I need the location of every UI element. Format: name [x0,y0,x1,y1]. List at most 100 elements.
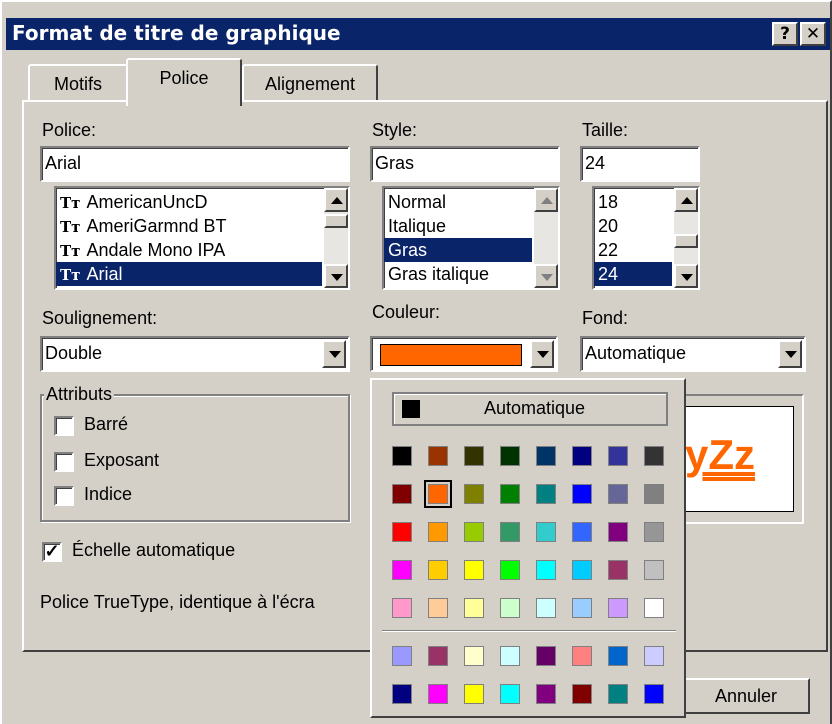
chevron-down-icon[interactable] [778,340,802,368]
annuler-button[interactable]: Annuler [682,678,810,714]
police-input[interactable]: Arial [40,146,350,182]
color-swatch[interactable] [428,560,448,580]
style-list[interactable]: Normal Italique Gras Gras italique [382,186,560,290]
scroll-down-button[interactable] [324,264,348,288]
color-swatch[interactable] [536,522,556,542]
style-input[interactable]: Gras [370,146,560,182]
color-swatch[interactable] [644,484,664,504]
color-swatch[interactable] [428,646,448,666]
chevron-down-icon[interactable] [530,340,554,368]
color-swatch[interactable] [572,684,592,704]
help-button[interactable]: ? [772,22,798,46]
color-swatch[interactable] [500,522,520,542]
color-swatch[interactable] [392,684,412,704]
list-item[interactable]: Tт AmeriGarmnd BT [56,214,322,238]
color-swatch[interactable] [428,522,448,542]
echelle-checkbox[interactable]: ✓ [42,542,62,562]
color-swatch[interactable] [500,646,520,666]
scroll-down-button[interactable] [674,264,698,288]
color-swatch[interactable] [608,684,628,704]
scroll-thumb[interactable] [674,234,698,248]
color-swatch[interactable] [644,684,664,704]
color-swatch[interactable] [464,598,484,618]
color-swatch[interactable] [500,446,520,466]
color-swatch[interactable] [500,560,520,580]
color-swatch[interactable] [536,484,556,504]
indice-checkbox[interactable] [54,486,74,506]
color-swatch[interactable] [608,522,628,542]
color-swatch[interactable] [644,522,664,542]
close-button[interactable]: ✕ [800,22,826,46]
police-list[interactable]: Tт AmericanUncD Tт AmeriGarmnd BT Tт Andale M… [54,186,350,290]
list-item[interactable]: Gras [384,238,532,262]
taille-input[interactable]: 24 [580,146,700,182]
color-swatch[interactable] [500,484,520,504]
color-swatch[interactable] [608,598,628,618]
color-swatch[interactable] [464,484,484,504]
tab-motifs[interactable]: Motifs [28,64,128,102]
list-item[interactable]: 22 [594,238,672,262]
color-swatch[interactable] [424,480,452,508]
scroll-up-button[interactable] [324,188,348,212]
list-item[interactable]: 24 [594,262,672,286]
color-swatch[interactable] [608,646,628,666]
tab-alignement[interactable]: Alignement [242,64,378,102]
list-item[interactable]: Gras italique [384,262,532,286]
fond-select[interactable]: Automatique [580,336,806,372]
auto-color-button[interactable]: Automatique [392,392,668,426]
color-swatch[interactable] [392,484,412,504]
color-swatch[interactable] [644,646,664,666]
color-swatch[interactable] [428,446,448,466]
color-swatch[interactable] [392,446,412,466]
list-item[interactable]: Italique [384,214,532,238]
color-swatch[interactable] [428,684,448,704]
tab-police[interactable]: Police [126,58,242,106]
list-item[interactable]: 18 [594,190,672,214]
color-swatch[interactable] [572,646,592,666]
color-swatch[interactable] [464,560,484,580]
scroll-up-button[interactable] [674,188,698,212]
scroll-thumb[interactable] [324,214,348,228]
color-swatch[interactable] [536,446,556,466]
list-item[interactable]: 20 [594,214,672,238]
color-swatch[interactable] [644,598,664,618]
color-swatch[interactable] [572,560,592,580]
color-swatch[interactable] [500,598,520,618]
couleur-select[interactable] [370,336,558,372]
barre-checkbox[interactable] [54,416,74,436]
color-swatch[interactable] [392,560,412,580]
color-swatch[interactable] [392,646,412,666]
soulignement-select[interactable]: Double [40,336,350,372]
taille-label: Taille: [582,120,629,140]
color-swatch[interactable] [536,684,556,704]
list-item[interactable]: Tт AmericanUncD [56,190,322,214]
color-swatch[interactable] [464,446,484,466]
color-swatch[interactable] [608,446,628,466]
color-swatch[interactable] [608,560,628,580]
color-swatch[interactable] [392,598,412,618]
chevron-down-icon[interactable] [322,340,346,368]
police-scrollbar[interactable] [324,188,348,288]
list-item[interactable]: Tт Arial [56,262,322,286]
color-swatch[interactable] [644,560,664,580]
color-swatch[interactable] [572,484,592,504]
color-swatch[interactable] [536,560,556,580]
list-item[interactable]: Tт Andale Mono IPA [56,238,322,262]
taille-scrollbar[interactable] [674,188,698,288]
color-swatch[interactable] [608,484,628,504]
taille-list[interactable]: 18 20 22 24 [592,186,700,290]
color-swatch[interactable] [644,446,664,466]
color-swatch[interactable] [572,598,592,618]
color-swatch[interactable] [500,684,520,704]
color-swatch[interactable] [572,522,592,542]
color-swatch[interactable] [464,522,484,542]
color-swatch[interactable] [536,646,556,666]
color-swatch[interactable] [392,522,412,542]
color-swatch[interactable] [464,646,484,666]
color-swatch[interactable] [536,598,556,618]
color-swatch[interactable] [572,446,592,466]
exposant-checkbox[interactable] [54,452,74,472]
list-item[interactable]: Normal [384,190,532,214]
color-swatch[interactable] [428,598,448,618]
color-swatch[interactable] [464,684,484,704]
